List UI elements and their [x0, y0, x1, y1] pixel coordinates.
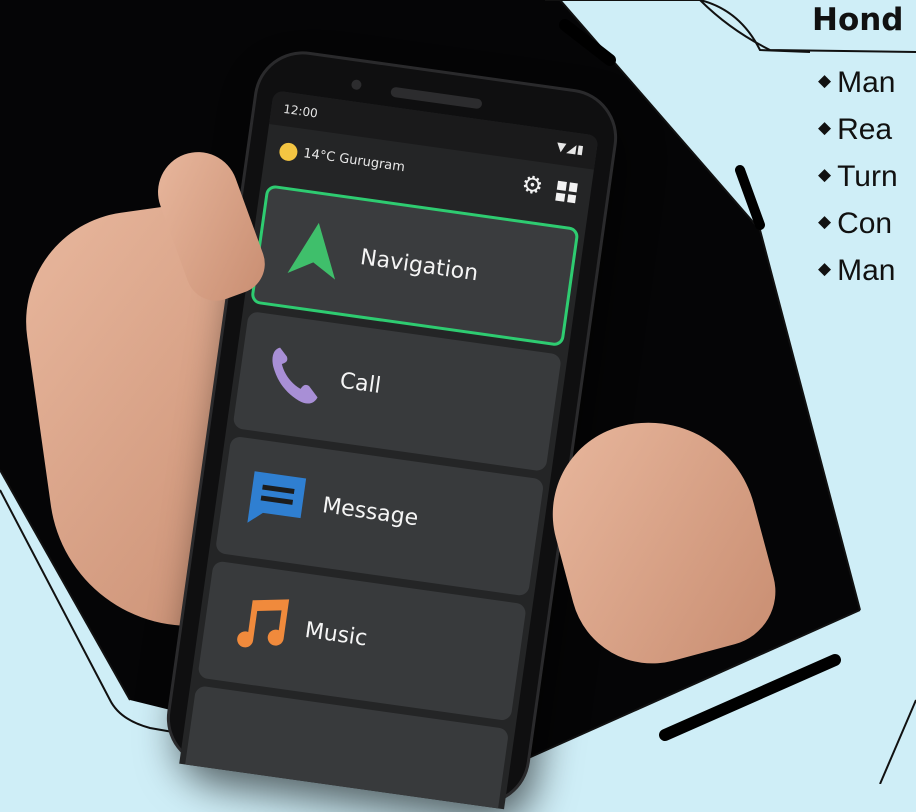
- feature-list: ◆ Man ◆ Rea ◆ Turn ◆ Con ◆ Man: [810, 60, 898, 295]
- diamond-bullet-icon: ◆: [818, 259, 832, 279]
- feature-item: ◆ Con: [810, 201, 898, 248]
- phone-icon: [272, 347, 318, 404]
- tile-label: Music: [303, 617, 369, 652]
- message-icon: [247, 471, 307, 523]
- signal-battery-icon: ▼◢▮: [555, 139, 586, 158]
- feature-item: ◆ Turn: [810, 154, 898, 201]
- diamond-bullet-icon: ◆: [818, 165, 832, 185]
- earpiece-speaker: [390, 86, 483, 110]
- tile-label: Navigation: [358, 245, 480, 287]
- side-panel-title: Hond: [812, 2, 904, 38]
- diamond-bullet-icon: ◆: [818, 71, 832, 91]
- status-time: 12:00: [282, 101, 319, 121]
- tile-label: Message: [320, 493, 420, 532]
- tile-label: Call: [338, 368, 383, 399]
- sun-weather-icon: [278, 141, 299, 163]
- navigation-arrow-icon: [287, 222, 336, 280]
- diamond-bullet-icon: ◆: [818, 118, 832, 138]
- gear-icon[interactable]: ⚙: [520, 170, 545, 201]
- front-camera: [350, 79, 363, 91]
- app-grid-icon[interactable]: [555, 180, 578, 204]
- music-note-icon: [237, 599, 290, 648]
- weather-text: 14°C Gurugram: [302, 146, 406, 176]
- diamond-bullet-icon: ◆: [818, 212, 832, 232]
- feature-item: ◆ Rea: [810, 107, 898, 154]
- feature-item: ◆ Man: [810, 248, 898, 295]
- feature-item: ◆ Man: [810, 60, 898, 107]
